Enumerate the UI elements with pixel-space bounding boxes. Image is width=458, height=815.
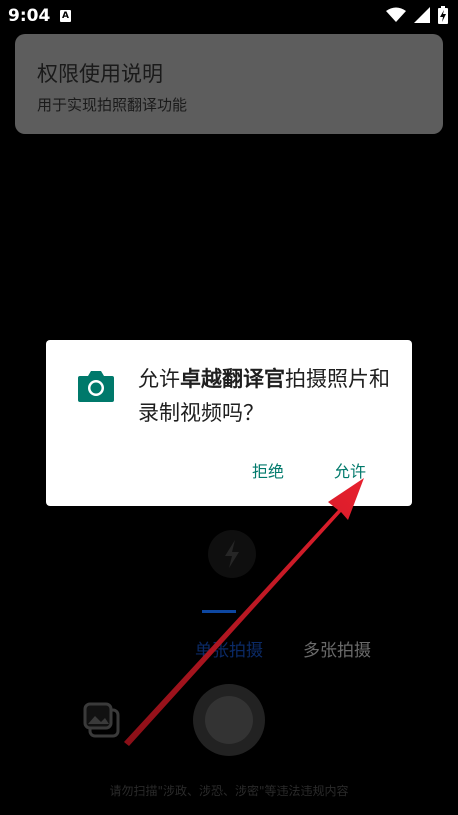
mode-single-shot[interactable]: 单张拍摄 [195,636,263,661]
flash-off-icon [225,540,239,568]
permission-dialog: 允许卓越翻译官拍摄照片和录制视频吗？ 拒绝 允许 [46,340,412,506]
message-prefix: 允许 [138,367,180,391]
wifi-icon [386,7,406,22]
status-bar: 9:04 A [0,0,458,32]
permission-info-banner: 权限使用说明 用于实现拍照翻译功能 [15,34,443,134]
camera-icon [78,371,114,402]
dialog-message: 允许卓越翻译官拍摄照片和录制视频吗？ [138,362,398,430]
signal-icon [414,7,430,23]
deny-button[interactable]: 拒绝 [252,458,284,482]
flash-toggle-button[interactable] [208,530,256,578]
legal-note: 请勿扫描"涉政、涉恐、涉密"等违法违规内容 [109,784,349,798]
permission-description: 用于实现拍照翻译功能 [37,96,188,114]
status-icons [386,6,448,24]
app-name: 卓越翻译官 [180,367,285,391]
allow-button[interactable]: 允许 [334,458,366,482]
shutter-inner [205,696,253,744]
permission-title: 权限使用说明 [37,62,163,86]
gallery-button[interactable] [82,700,122,740]
mode-indicator [202,610,236,613]
status-time: 9:04 [8,6,51,26]
notification-icon: A [60,10,71,22]
gallery-icon [83,702,120,738]
mode-multi-shot[interactable]: 多张拍摄 [303,636,371,661]
battery-charging-icon [438,6,448,24]
